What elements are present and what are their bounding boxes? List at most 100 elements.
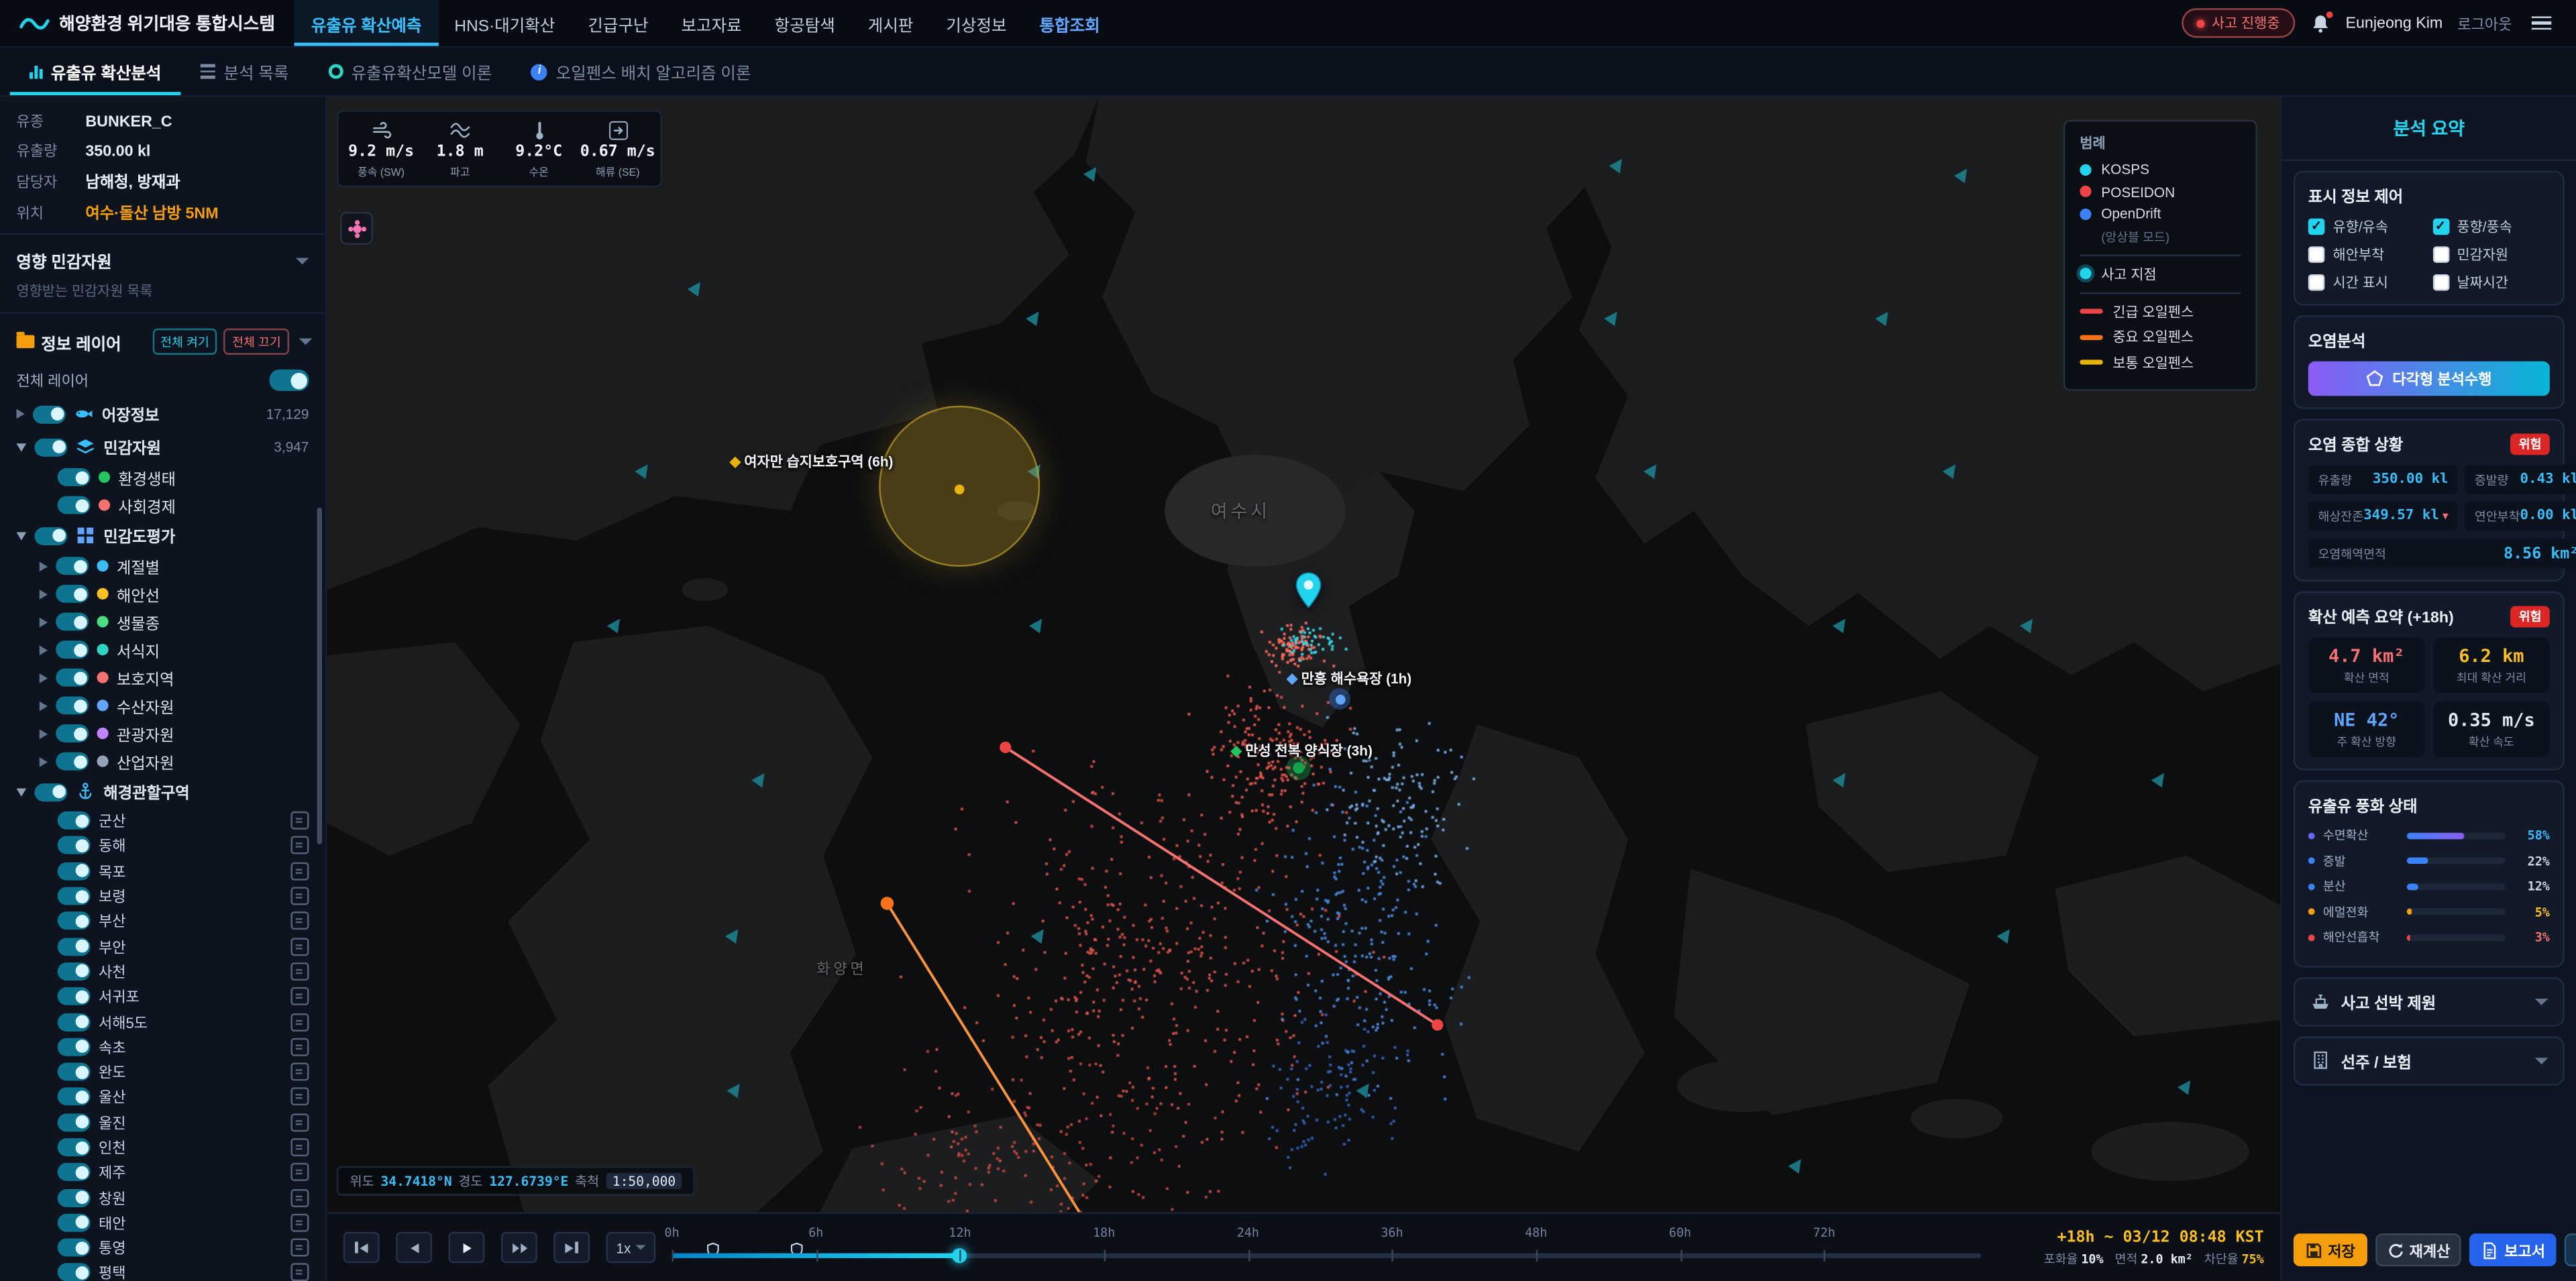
region-memo-icon[interactable]: [290, 837, 309, 855]
master-layer-toggle[interactable]: [270, 370, 309, 391]
accident-point-pin[interactable]: [1295, 571, 1323, 609]
map-canvas[interactable]: 여자만 습지보호구역 (6h) 만흥 해수욕장 (1h) 만성 전복 양식장 (…: [327, 97, 2280, 1212]
layer-item[interactable]: 생물종: [0, 608, 325, 636]
layer-toggle[interactable]: [56, 640, 89, 659]
layer-item[interactable]: 목포: [0, 858, 325, 883]
layer-item[interactable]: 해경관할구역: [0, 775, 325, 808]
layer-item[interactable]: 어장정보17,129: [0, 398, 325, 431]
layer-toggle[interactable]: [58, 1063, 91, 1081]
protected-zone-circle[interactable]: [879, 406, 1040, 567]
layer-toggle[interactable]: [58, 1138, 91, 1156]
oil-fence-line[interactable]: [1006, 747, 1438, 1025]
region-memo-icon[interactable]: [290, 812, 309, 830]
region-memo-icon[interactable]: [290, 937, 309, 955]
checkbox-icon[interactable]: [2432, 219, 2449, 235]
caret-icon[interactable]: [40, 617, 48, 627]
layer-toggle[interactable]: [58, 1188, 91, 1207]
checkbox-icon[interactable]: [2308, 219, 2324, 235]
fence-endpoint[interactable]: [1000, 742, 1011, 753]
nav-item[interactable]: 통합조회: [1023, 0, 1116, 46]
subtab[interactable]: 유출유확산모델 이론: [309, 48, 512, 95]
layer-item[interactable]: 창원: [0, 1185, 325, 1210]
hamburger-menu-icon[interactable]: [2527, 11, 2557, 36]
all-layers-off-button[interactable]: 전체 끄기: [224, 329, 289, 355]
checkbox-icon[interactable]: [2308, 246, 2324, 262]
layer-toggle[interactable]: [58, 1113, 91, 1131]
caret-icon[interactable]: [16, 787, 26, 795]
display-option[interactable]: 시간 표시: [2308, 273, 2426, 292]
caret-icon[interactable]: [16, 443, 26, 451]
layer-item[interactable]: 부안: [0, 934, 325, 958]
nav-item[interactable]: 긴급구난: [572, 0, 665, 46]
layer-item[interactable]: 민감자원3,947: [0, 431, 325, 463]
layer-item[interactable]: 인천: [0, 1135, 325, 1160]
layer-toggle[interactable]: [58, 912, 91, 930]
layer-toggle[interactable]: [56, 724, 89, 742]
save-button[interactable]: 저장: [2294, 1233, 2367, 1266]
region-memo-icon[interactable]: [290, 1239, 309, 1257]
layer-item[interactable]: 서해5도: [0, 1009, 325, 1034]
layer-toggle[interactable]: [34, 526, 67, 545]
caret-icon[interactable]: [40, 561, 48, 571]
layer-item[interactable]: 통영: [0, 1235, 325, 1260]
layer-item[interactable]: 해안선: [0, 579, 325, 608]
filter-chevron-icon[interactable]: [299, 338, 313, 345]
caret-icon[interactable]: [16, 409, 24, 419]
layer-item[interactable]: 속초: [0, 1034, 325, 1059]
timeline-track-area[interactable]: 0h6h12h18h24h36h48h60h72h: [672, 1223, 1982, 1272]
layer-toggle[interactable]: [58, 987, 91, 1005]
region-memo-icon[interactable]: [290, 962, 309, 981]
layer-item[interactable]: 서귀포: [0, 984, 325, 1009]
layer-toggle[interactable]: [58, 468, 91, 486]
checkbox-icon[interactable]: [2308, 274, 2324, 290]
layer-toggle[interactable]: [34, 783, 67, 801]
layer-toggle[interactable]: [58, 1164, 91, 1182]
layer-toggle[interactable]: [56, 669, 89, 687]
layer-item[interactable]: 동해: [0, 833, 325, 858]
fence-deploy-marker-icon[interactable]: [706, 1236, 722, 1252]
layer-toggle[interactable]: [58, 1013, 91, 1031]
doc-button[interactable]: 보고서: [2470, 1233, 2557, 1266]
nav-item[interactable]: 항공탐색: [758, 0, 851, 46]
layer-toggle[interactable]: [58, 887, 91, 905]
region-memo-icon[interactable]: [290, 1214, 309, 1232]
layer-toggle[interactable]: [58, 496, 91, 514]
caret-icon[interactable]: [40, 589, 48, 599]
region-memo-icon[interactable]: [290, 1264, 309, 1281]
nav-item[interactable]: 게시판: [851, 0, 930, 46]
layer-item[interactable]: 민감도평가: [0, 519, 325, 552]
layer-toggle[interactable]: [58, 937, 91, 955]
playback-speed-select[interactable]: 1x: [606, 1232, 655, 1264]
caret-icon[interactable]: [40, 700, 48, 710]
layer-item[interactable]: 보호지역: [0, 663, 325, 691]
incident-status-badge[interactable]: 사고 진행중: [2182, 8, 2295, 38]
layer-item[interactable]: 산업자원: [0, 747, 325, 775]
step-back-button[interactable]: [396, 1232, 432, 1264]
caret-icon[interactable]: [40, 728, 48, 738]
display-option[interactable]: 민감자원: [2432, 245, 2550, 264]
region-memo-icon[interactable]: [290, 862, 309, 880]
display-option[interactable]: 유향/유속: [2308, 217, 2426, 236]
layer-item[interactable]: 제주: [0, 1160, 325, 1184]
play-button[interactable]: [449, 1232, 485, 1264]
owner-insurance-card[interactable]: 선주 / 보험: [2294, 1036, 2565, 1084]
target-button[interactable]: 역추적: [2565, 1233, 2576, 1266]
nav-item[interactable]: HNS·대기확산: [438, 0, 572, 46]
layer-item[interactable]: 사천: [0, 959, 325, 984]
layer-toggle[interactable]: [58, 1088, 91, 1106]
region-memo-icon[interactable]: [290, 1164, 309, 1182]
fence-endpoint[interactable]: [1432, 1019, 1443, 1031]
layer-toggle[interactable]: [58, 862, 91, 880]
fence-endpoint[interactable]: [881, 897, 894, 910]
region-memo-icon[interactable]: [290, 1038, 309, 1056]
layer-toggle[interactable]: [56, 696, 89, 714]
caret-icon[interactable]: [16, 531, 26, 539]
region-memo-icon[interactable]: [290, 1013, 309, 1031]
layer-toggle[interactable]: [58, 812, 91, 830]
region-memo-icon[interactable]: [290, 1113, 309, 1131]
subtab[interactable]: 유출유 확산분석: [10, 48, 181, 95]
layer-toggle[interactable]: [58, 1214, 91, 1232]
notification-bell-icon[interactable]: [2310, 12, 2331, 34]
layer-toggle[interactable]: [58, 962, 91, 981]
layer-item[interactable]: 환경생태: [0, 463, 325, 492]
